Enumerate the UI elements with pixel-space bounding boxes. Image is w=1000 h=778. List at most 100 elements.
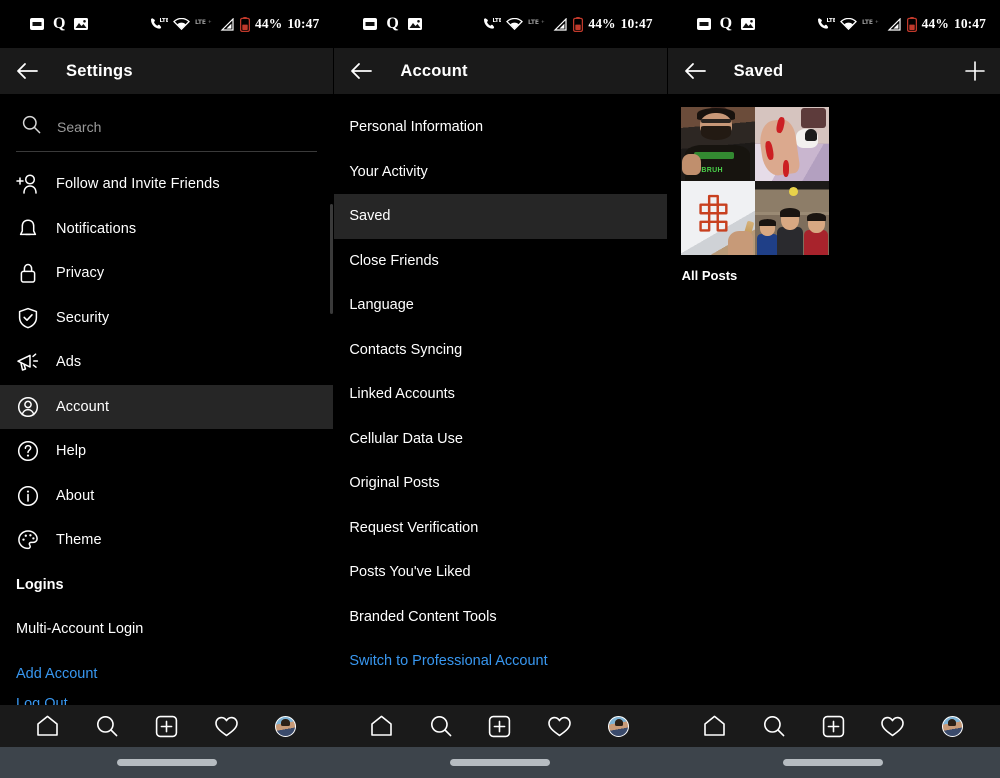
sidebar-item-ads[interactable]: Ads xyxy=(0,340,333,385)
thumbnail-red-nails-hand-with-cat xyxy=(754,107,829,181)
svg-text:+: + xyxy=(208,19,212,25)
search-icon[interactable] xyxy=(427,712,455,740)
add-post-icon[interactable] xyxy=(153,712,181,740)
search-icon[interactable] xyxy=(93,712,121,740)
gesture-pill[interactable] xyxy=(116,759,217,766)
sidebar-item-add-account[interactable]: Add Account xyxy=(0,652,333,697)
svg-text:LTE: LTE xyxy=(528,19,539,26)
search-input[interactable]: Search xyxy=(16,110,317,144)
page-title: Settings xyxy=(66,61,133,80)
megaphone-icon xyxy=(16,350,40,374)
plus-icon[interactable] xyxy=(962,58,988,84)
list-item[interactable]: Cellular Data Use xyxy=(334,417,666,462)
back-arrow-icon[interactable] xyxy=(14,58,40,84)
list-item[interactable]: Linked Accounts xyxy=(334,372,666,417)
profile-avatar-icon[interactable] xyxy=(272,712,300,740)
bell-icon xyxy=(16,217,40,241)
lock-icon xyxy=(16,261,40,285)
sidebar-item-follow-and-invite-friends[interactable]: Follow and Invite Friends xyxy=(0,162,333,207)
add-person-icon xyxy=(16,172,40,196)
list-item[interactable]: Personal Information xyxy=(334,105,666,150)
settings-body: Search Follow and Invite Friends Notific… xyxy=(0,94,334,705)
sidebar-item-privacy[interactable]: Privacy xyxy=(0,251,333,296)
sidebar-item-security[interactable]: Security xyxy=(0,296,333,341)
list-item-switch-to-professional-account[interactable]: Switch to Professional Account xyxy=(334,639,666,684)
battery-percent: 44% xyxy=(921,16,949,31)
person-circle-icon xyxy=(16,395,40,419)
collection-all-posts[interactable]: BRUH All Posts xyxy=(680,107,829,283)
search-container: Search xyxy=(0,94,333,152)
profile-avatar-icon[interactable] xyxy=(605,712,633,740)
add-post-icon[interactable] xyxy=(819,712,847,740)
quora-q-icon: Q xyxy=(53,15,66,32)
quora-q-icon: Q xyxy=(719,15,733,32)
heart-icon[interactable] xyxy=(879,712,907,740)
account-header: Account xyxy=(334,48,667,94)
sidebar-item-label: Help xyxy=(56,443,87,460)
list-item[interactable]: Original Posts xyxy=(334,461,666,506)
status-system-icons: LTE LTE + 44% 10:47 xyxy=(150,0,319,48)
back-arrow-icon[interactable] xyxy=(348,58,374,84)
list-item[interactable]: Language xyxy=(334,283,666,328)
sidebar-item-help[interactable]: Help xyxy=(0,429,333,474)
add-post-icon[interactable] xyxy=(486,712,514,740)
status-notification-icons: Q xyxy=(363,15,422,32)
list-item[interactable]: Branded Content Tools xyxy=(334,595,666,640)
list-item[interactable]: Contacts Syncing xyxy=(334,328,666,373)
quora-q-icon: Q xyxy=(386,15,399,32)
gesture-bar xyxy=(0,747,1000,778)
phone-lte-icon: LTE xyxy=(483,17,501,31)
back-arrow-icon[interactable] xyxy=(682,58,708,84)
list-item[interactable]: Your Activity xyxy=(334,150,666,195)
heart-icon[interactable] xyxy=(545,712,573,740)
notification-badge-icon xyxy=(30,18,44,30)
sidebar-item-label: Theme xyxy=(56,532,102,549)
account-panel: Account Personal Information Your Activi… xyxy=(333,48,667,705)
photo-icon xyxy=(741,18,756,30)
list-item[interactable]: Close Friends xyxy=(334,239,666,284)
svg-text:+: + xyxy=(875,19,879,25)
list-item[interactable]: Posts You've Liked xyxy=(334,550,666,595)
gesture-bar-segment xyxy=(333,747,666,778)
avatar xyxy=(941,715,963,737)
photo-icon xyxy=(74,18,89,30)
list-item[interactable]: Request Verification xyxy=(334,506,666,551)
clock: 10:47 xyxy=(953,16,986,31)
sidebar-item-theme[interactable]: Theme xyxy=(0,518,333,563)
gesture-pill[interactable] xyxy=(783,759,884,766)
svg-text:LTE: LTE xyxy=(862,19,873,26)
notification-badge-icon xyxy=(363,18,378,30)
gesture-bar-segment xyxy=(667,747,1000,778)
sidebar-item-about[interactable]: About xyxy=(0,474,333,519)
search-icon xyxy=(22,115,41,139)
wifi-icon xyxy=(173,17,190,31)
home-icon[interactable] xyxy=(367,712,395,740)
battery-icon xyxy=(240,16,251,32)
collection-label: All Posts xyxy=(681,268,738,283)
profile-avatar-icon[interactable] xyxy=(938,712,966,740)
saved-body: BRUH All Posts xyxy=(667,94,1000,705)
home-icon[interactable] xyxy=(700,712,728,740)
bottom-navigation xyxy=(0,705,1000,747)
status-bar-segment: Q LTE LTE + 44% 10:47 xyxy=(333,0,666,48)
sidebar-item-notifications[interactable]: Notifications xyxy=(0,207,333,252)
svg-text:LTE: LTE xyxy=(493,18,502,24)
bottom-nav-segment xyxy=(667,705,1000,747)
sidebar-item-account[interactable]: Account xyxy=(0,384,334,429)
search-placeholder: Search xyxy=(57,119,102,135)
home-icon[interactable] xyxy=(34,712,62,740)
settings-panel: Settings Search Follow and Invite Friend… xyxy=(0,48,334,705)
list-item-saved[interactable]: Saved xyxy=(334,194,667,239)
thumbnail-man-with-glasses-bruh-shirt: BRUH xyxy=(680,107,755,181)
search-icon[interactable] xyxy=(760,712,788,740)
signal-icon xyxy=(553,17,568,31)
sidebar-item-log-out[interactable]: Log Out xyxy=(0,696,333,705)
bottom-nav-segment xyxy=(333,705,666,747)
sidebar-item-label: Privacy xyxy=(56,265,105,282)
panels-container: Settings Search Follow and Invite Friend… xyxy=(0,48,1000,705)
sidebar-item-multi-account-login[interactable]: Multi-Account Login xyxy=(0,607,333,652)
clock: 10:47 xyxy=(620,16,653,31)
lte-label-icon: LTE + xyxy=(195,18,215,30)
gesture-pill[interactable] xyxy=(449,759,550,766)
heart-icon[interactable] xyxy=(212,712,240,740)
